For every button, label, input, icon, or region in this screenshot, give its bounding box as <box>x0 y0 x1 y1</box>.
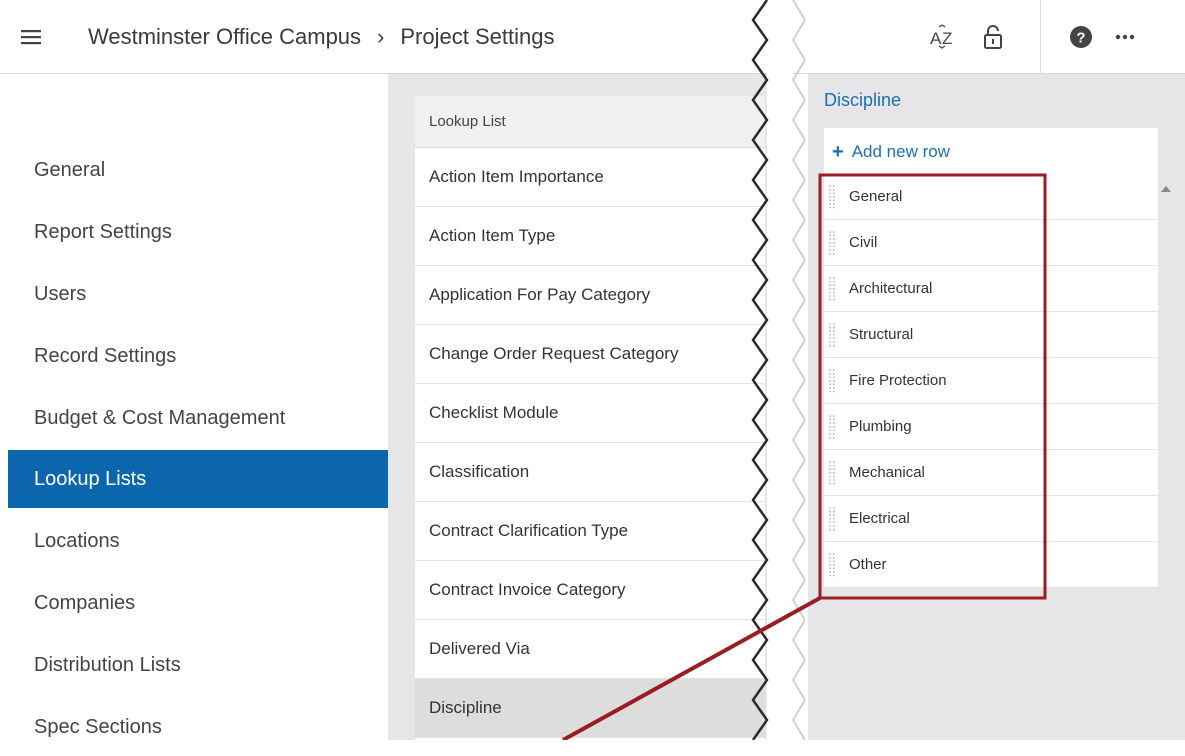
discipline-row-label: Plumbing <box>849 418 912 435</box>
breadcrumb: Westminster Office Campus › Project Settin… <box>88 24 554 50</box>
discipline-row-label: Architectural <box>849 280 933 297</box>
discipline-row[interactable]: Other <box>824 542 1158 588</box>
discipline-row[interactable]: Architectural <box>824 266 1158 312</box>
detail-title: Discipline <box>824 90 902 110</box>
discipline-row-label: Civil <box>849 234 878 251</box>
drag-handle-icon[interactable] <box>828 506 838 532</box>
sidebar-item-lookup-lists[interactable]: Lookup Lists <box>8 450 388 508</box>
sidebar-item-budget-cost-management[interactable]: Budget & Cost Management <box>8 389 388 447</box>
add-new-row-button[interactable]: + Add new row <box>832 138 950 166</box>
sort-az-icon[interactable]: A Z <box>928 22 958 52</box>
add-new-row-label: Add new row <box>851 142 950 161</box>
plus-icon: + <box>832 140 844 163</box>
lookup-item-checklist-module[interactable]: Checklist Module <box>415 384 765 443</box>
drag-handle-icon[interactable] <box>828 414 838 440</box>
discipline-row-label: Fire Protection <box>849 372 947 389</box>
drag-handle-icon[interactable] <box>828 368 838 394</box>
drag-handle-icon[interactable] <box>828 230 838 256</box>
sidebar-item-general[interactable]: General <box>8 141 388 199</box>
lookup-item-application-for-pay-category[interactable]: Application For Pay Category <box>415 266 765 325</box>
drag-handle-icon[interactable] <box>828 460 838 486</box>
lookup-item-action-item-type[interactable]: Action Item Type <box>415 207 765 266</box>
drag-handle-icon[interactable] <box>828 552 838 578</box>
drag-handle-icon[interactable] <box>828 322 838 348</box>
discipline-row-label: Electrical <box>849 510 910 527</box>
sidebar-item-report-settings[interactable]: Report Settings <box>8 203 388 261</box>
discipline-row-label: Mechanical <box>849 464 925 481</box>
sidebar-item-spec-sections[interactable]: Spec Sections <box>8 698 388 756</box>
more-icon[interactable] <box>1110 22 1140 52</box>
svg-text:Z: Z <box>942 29 952 48</box>
lookup-item-classification[interactable]: Classification <box>415 443 765 502</box>
discipline-row[interactable]: Mechanical <box>824 450 1158 496</box>
sidebar-item-users[interactable]: Users <box>8 265 388 323</box>
drag-handle-icon[interactable] <box>828 276 838 302</box>
svg-text:?: ? <box>1076 30 1085 47</box>
discipline-row-label: Other <box>849 556 887 573</box>
lookup-item-contract-invoice-category[interactable]: Contract Invoice Category <box>415 561 765 620</box>
breadcrumb-project[interactable]: Westminster Office Campus <box>88 24 361 49</box>
help-icon[interactable]: ? <box>1066 22 1096 52</box>
discipline-row[interactable]: Structural <box>824 312 1158 358</box>
torn-edge-divider <box>751 0 805 740</box>
discipline-row-label: General <box>849 188 903 205</box>
lookup-item-discipline[interactable]: Discipline <box>415 679 765 738</box>
breadcrumb-separator: › <box>377 24 385 49</box>
discipline-row[interactable]: Plumbing <box>824 404 1158 450</box>
lookup-item-action-item-importance[interactable]: Action Item Importance <box>415 148 765 207</box>
detail-list: + Add new row General Civil Architectural S… <box>824 128 1158 588</box>
discipline-row-label: Structural <box>849 326 914 343</box>
scroll-up-arrow-icon[interactable] <box>1161 186 1171 192</box>
lookup-item-contract-clarification-type[interactable]: Contract Clarification Type <box>415 502 765 561</box>
discipline-row[interactable]: Fire Protection <box>824 358 1158 404</box>
unlock-icon[interactable] <box>978 22 1008 52</box>
top-bar: Westminster Office Campus › Project Settin… <box>0 0 1185 74</box>
toolbar-divider <box>1040 0 1041 74</box>
sidebar-item-distribution-lists[interactable]: Distribution Lists <box>8 636 388 694</box>
discipline-row[interactable]: Civil <box>824 220 1158 266</box>
discipline-row[interactable]: Electrical <box>824 496 1158 542</box>
svg-text:A: A <box>930 29 942 48</box>
drag-handle-icon[interactable] <box>828 184 838 210</box>
sidebar-item-locations[interactable]: Locations <box>8 512 388 570</box>
lookup-list: Lookup List Action Item Importance Actio… <box>415 96 765 740</box>
lookup-item-change-order-request-category[interactable]: Change Order Request Category <box>415 325 765 384</box>
settings-sidebar: General Report Settings Users Record Set… <box>0 74 388 740</box>
sidebar-item-companies[interactable]: Companies <box>8 574 388 632</box>
lookup-list-header: Lookup List <box>415 96 765 148</box>
hamburger-menu-icon[interactable] <box>20 26 42 48</box>
breadcrumb-page-title: Project Settings <box>400 24 555 49</box>
lookup-item-delivered-via[interactable]: Delivered Via <box>415 620 765 679</box>
discipline-row[interactable]: General <box>824 174 1158 220</box>
sidebar-item-record-settings[interactable]: Record Settings <box>8 327 388 385</box>
